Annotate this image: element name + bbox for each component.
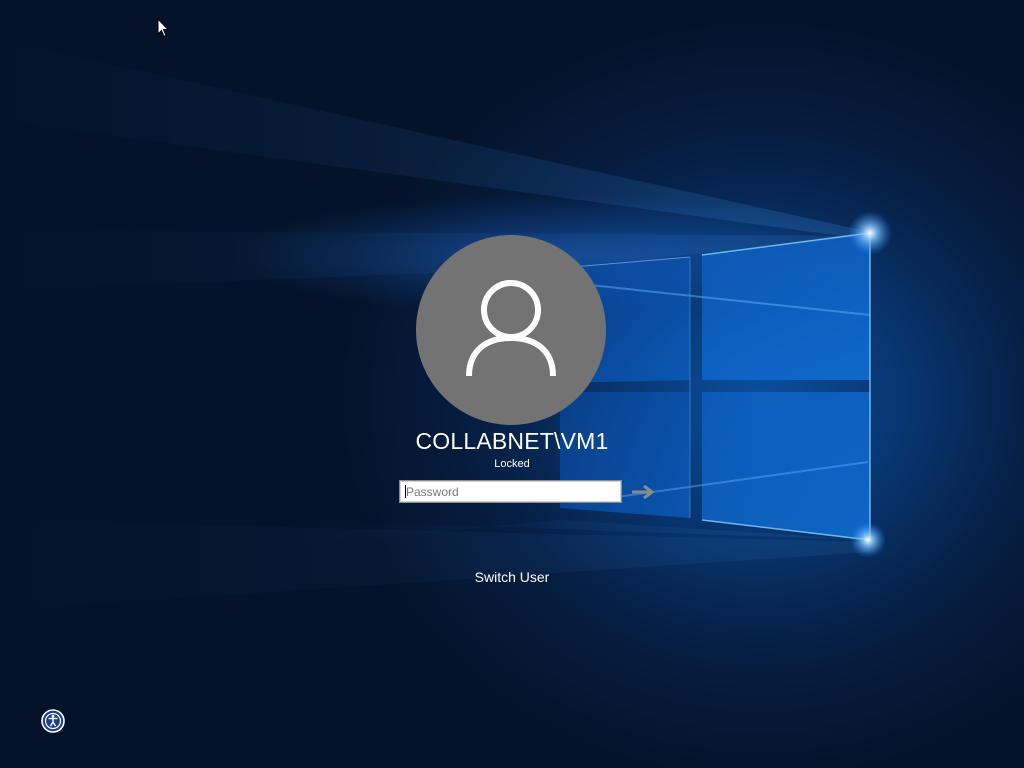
text-caret [405, 485, 406, 498]
ease-of-access-icon[interactable] [41, 709, 65, 733]
submit-button[interactable] [627, 481, 659, 502]
switch-user-link[interactable]: Switch User [475, 569, 550, 585]
arrow-right-icon [632, 484, 655, 499]
lock-status: Locked [494, 458, 530, 470]
user-silhouette-icon [466, 280, 556, 377]
user-avatar [416, 235, 606, 425]
mouse-pointer-icon [157, 18, 169, 38]
user-name: COLLABNET\VM1 [415, 428, 609, 454]
switch-user-container: Switch User [0, 569, 1024, 585]
password-input[interactable] [399, 480, 622, 503]
